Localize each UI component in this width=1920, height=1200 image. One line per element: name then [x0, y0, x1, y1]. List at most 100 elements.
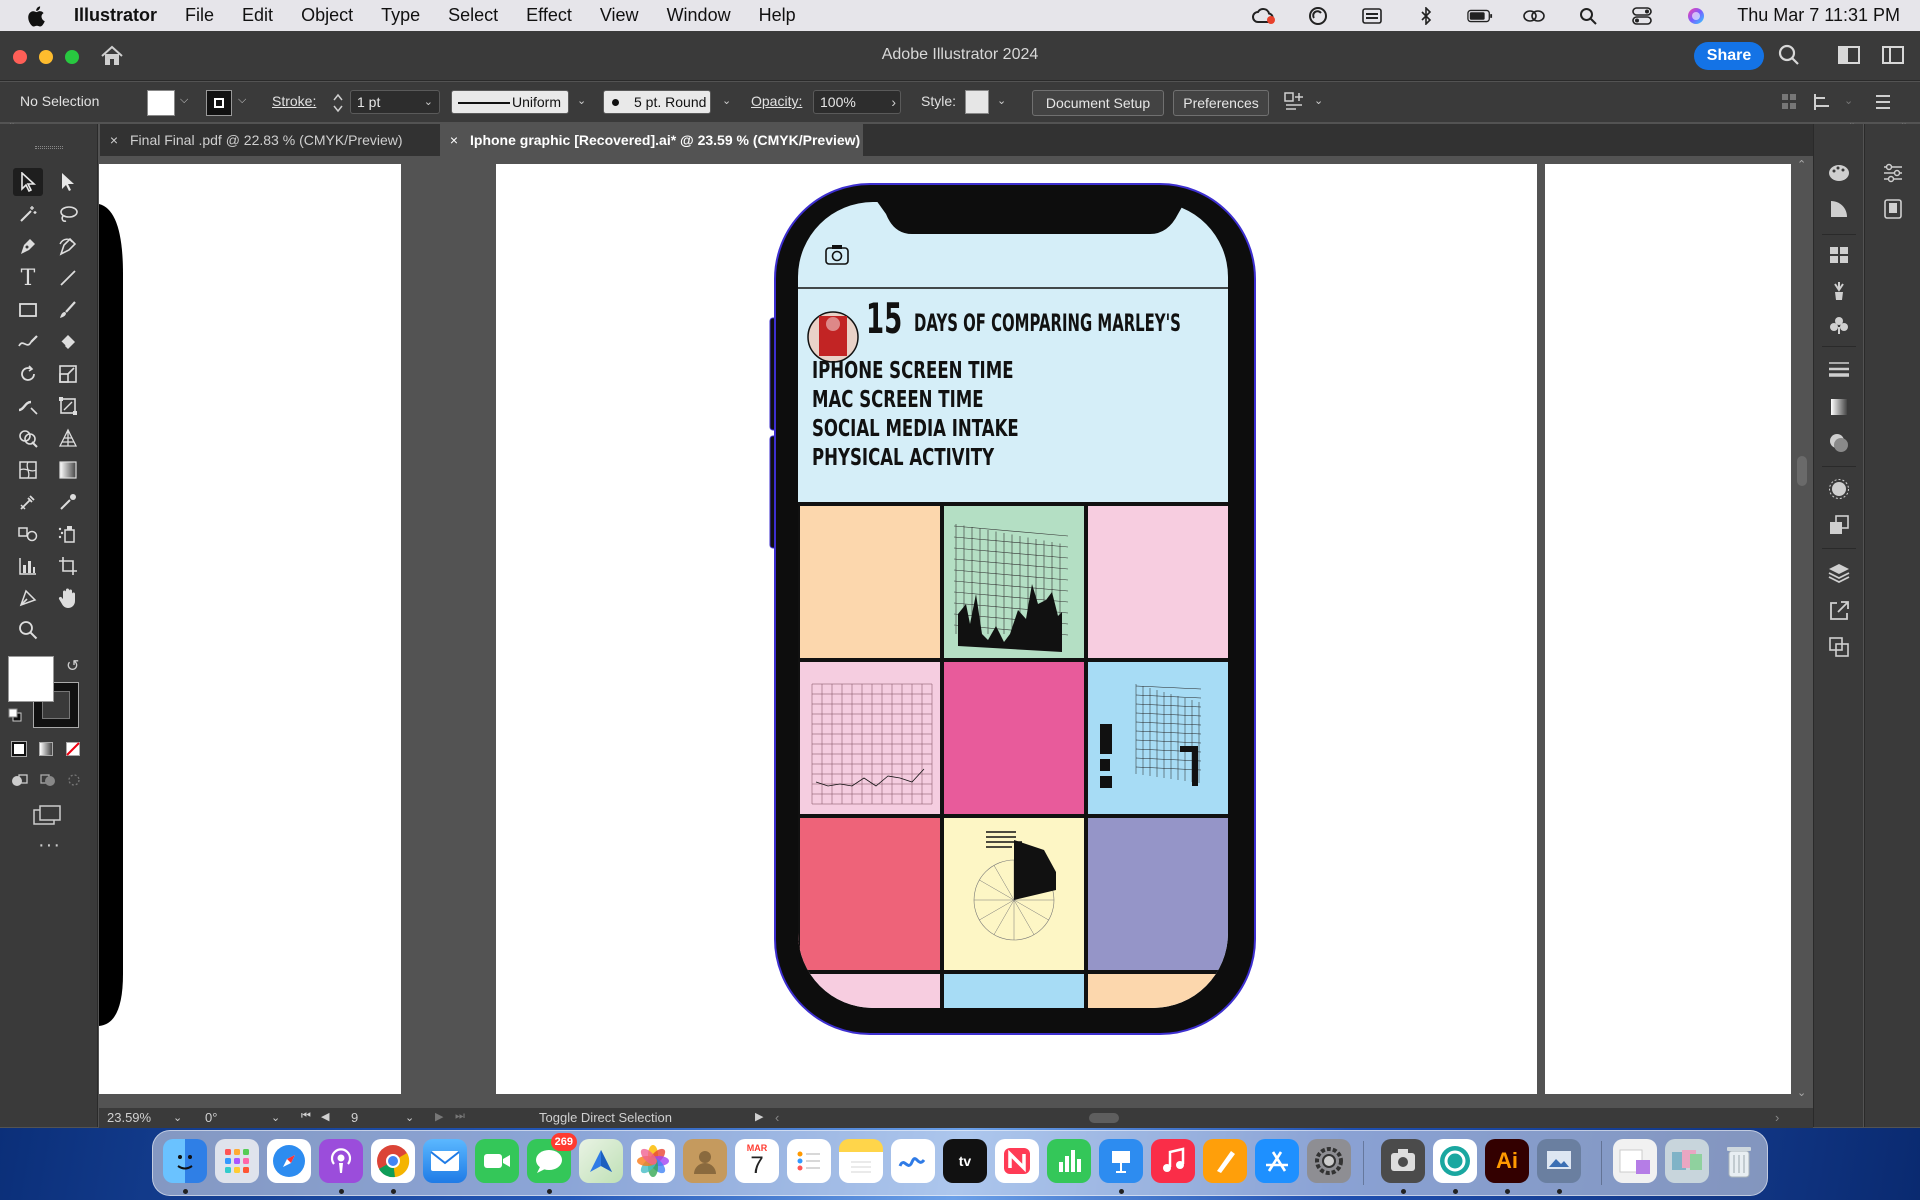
trash-icon[interactable]	[1717, 1139, 1761, 1183]
scroll-up-icon[interactable]: ⌃	[1797, 158, 1806, 171]
menu-help[interactable]: Help	[759, 5, 796, 26]
perspective-grid-tool-icon[interactable]	[53, 424, 83, 452]
stroke-dropdown-chevron-icon[interactable]: ⌵	[238, 94, 246, 107]
apple-tv-icon[interactable]: tv	[943, 1139, 987, 1183]
vertical-scroll-thumb[interactable]	[1797, 456, 1807, 486]
draw-normal-icon[interactable]	[11, 772, 29, 793]
workspace-switcher-icon[interactable]	[1838, 46, 1860, 69]
artboard-tool-icon[interactable]	[53, 552, 83, 580]
line-segment-tool-icon[interactable]	[53, 264, 83, 292]
default-fill-stroke-icon[interactable]	[8, 708, 22, 722]
freeform-icon[interactable]	[891, 1139, 935, 1183]
stroke-weight-field[interactable]: 1 pt ⌄	[350, 90, 440, 114]
arrange-documents-icon[interactable]	[1283, 91, 1305, 116]
magic-wand-tool-icon[interactable]	[13, 200, 43, 228]
blend-tool-icon[interactable]	[13, 520, 43, 548]
gradient-tool-icon[interactable]	[53, 456, 83, 484]
siri-icon[interactable]	[1683, 7, 1709, 25]
finder-icon[interactable]	[163, 1139, 207, 1183]
news-icon[interactable]	[995, 1139, 1039, 1183]
control-bar-menu-icon[interactable]	[1874, 92, 1892, 115]
iphone-graphic[interactable]	[496, 164, 1537, 1094]
lasso-tool-icon[interactable]	[53, 200, 83, 228]
bluetooth-icon[interactable]	[1413, 6, 1439, 25]
scale-tool-icon[interactable]	[53, 360, 83, 388]
swap-fill-stroke-icon[interactable]: ↺	[66, 656, 79, 676]
gradient-panel-icon[interactable]	[1826, 394, 1852, 420]
canvas-area[interactable]: 15 DAYS OF COMPARING MARLEY'S IPHONE SCR…	[99, 156, 1812, 1112]
artboard-right[interactable]	[1545, 164, 1791, 1094]
stroke-panel-icon[interactable]	[1826, 356, 1852, 382]
curvature-tool-icon[interactable]	[53, 232, 83, 260]
numbers-icon[interactable]	[1047, 1139, 1091, 1183]
draw-inside-icon[interactable]	[66, 772, 82, 793]
system-settings-icon[interactable]	[1307, 1139, 1351, 1183]
slice-tool-icon[interactable]	[13, 584, 43, 612]
menu-window[interactable]: Window	[667, 5, 731, 26]
stroke-weight-stepper[interactable]	[332, 91, 344, 115]
zoom-level[interactable]: 23.59%	[107, 1110, 151, 1125]
menu-effect[interactable]: Effect	[526, 5, 572, 26]
column-graph-tool-icon[interactable]	[13, 552, 43, 580]
rotate-tool-icon[interactable]	[13, 360, 43, 388]
battery-icon[interactable]	[1467, 7, 1493, 25]
menu-view[interactable]: View	[600, 5, 639, 26]
sync-icon[interactable]	[1305, 6, 1331, 25]
illustrator-icon[interactable]: Ai	[1485, 1139, 1529, 1183]
scroll-left-icon[interactable]: ‹	[775, 1110, 779, 1125]
asset-export-icon[interactable]	[1826, 598, 1852, 624]
menu-object[interactable]: Object	[301, 5, 353, 26]
fill-dropdown-chevron-icon[interactable]: ⌵	[180, 94, 188, 107]
color-palette-icon[interactable]	[1826, 160, 1852, 186]
menu-type[interactable]: Type	[381, 5, 420, 26]
preview-icon[interactable]	[1537, 1139, 1581, 1183]
menu-app-illustrator[interactable]: Illustrator	[74, 5, 157, 26]
artboard-left[interactable]	[99, 164, 401, 1094]
reminders-icon[interactable]	[787, 1139, 831, 1183]
width-tool-icon[interactable]	[13, 392, 43, 420]
rectangle-tool-icon[interactable]	[13, 296, 43, 324]
contacts-icon[interactable]	[683, 1139, 727, 1183]
pages-icon[interactable]	[1203, 1139, 1247, 1183]
graphic-styles-icon[interactable]	[1826, 512, 1852, 538]
first-artboard-icon[interactable]: ⏮	[301, 1110, 311, 1123]
downloads-stack-icon[interactable]	[1665, 1139, 1709, 1183]
eyedropper-alt-tool-icon[interactable]	[13, 488, 43, 516]
photos-icon[interactable]	[631, 1139, 675, 1183]
stroke-swatch[interactable]	[206, 90, 232, 116]
panel-toggle-icon[interactable]	[1882, 46, 1904, 69]
shape-builder-tool-icon[interactable]	[13, 424, 43, 452]
artboard-number[interactable]: 9	[351, 1110, 358, 1125]
symbols-icon[interactable]	[1826, 312, 1852, 338]
screenshot-icon[interactable]	[1381, 1139, 1425, 1183]
zoom-chevron-icon[interactable]: ⌄	[173, 1111, 182, 1124]
edit-toolbar-more-icon[interactable]: ···	[38, 834, 61, 857]
last-artboard-icon[interactable]: ⏭	[455, 1110, 465, 1123]
brush-definition-dropdown[interactable]: 5 pt. Round	[603, 90, 711, 114]
menu-bar-clock[interactable]: Thu Mar 7 11:31 PM	[1737, 5, 1900, 26]
recent-document-icon[interactable]	[1613, 1139, 1657, 1183]
next-artboard-icon[interactable]: ▶	[435, 1110, 443, 1123]
keynote-icon[interactable]	[1099, 1139, 1143, 1183]
opacity-field[interactable]: 100% ›	[813, 90, 901, 114]
scroll-down-icon[interactable]: ⌄	[1797, 1086, 1806, 1099]
zoom-tool-icon[interactable]	[13, 616, 43, 644]
creative-cloud-icon[interactable]	[1251, 7, 1277, 25]
podcasts-icon[interactable]	[319, 1139, 363, 1183]
vertical-scrollbar[interactable]: ⌃ ⌄	[1793, 156, 1811, 1112]
scroll-right-icon[interactable]: ›	[1775, 1110, 1779, 1125]
type-tool-icon[interactable]: T	[13, 264, 43, 292]
paintbrush-tool-icon[interactable]	[53, 296, 83, 324]
spotlight-search-icon[interactable]	[1575, 7, 1601, 25]
horizontal-scroll-thumb[interactable]	[1089, 1113, 1119, 1123]
rotation-chevron-icon[interactable]: ⌄	[271, 1111, 280, 1124]
safari-icon[interactable]	[267, 1139, 311, 1183]
arrange-chevron-icon[interactable]: ⌄	[1314, 94, 1323, 107]
variable-width-profile-dropdown[interactable]: Uniform	[451, 90, 569, 114]
creative-cloud-dock-icon[interactable]	[1433, 1139, 1477, 1183]
transform-chevron-icon[interactable]: ⌄	[1844, 94, 1853, 107]
free-transform-tool-icon[interactable]	[53, 392, 83, 420]
gradient-mode-button[interactable]	[39, 742, 53, 756]
artboards-panel-icon[interactable]	[1826, 634, 1852, 660]
swatches-icon[interactable]	[1826, 242, 1852, 268]
